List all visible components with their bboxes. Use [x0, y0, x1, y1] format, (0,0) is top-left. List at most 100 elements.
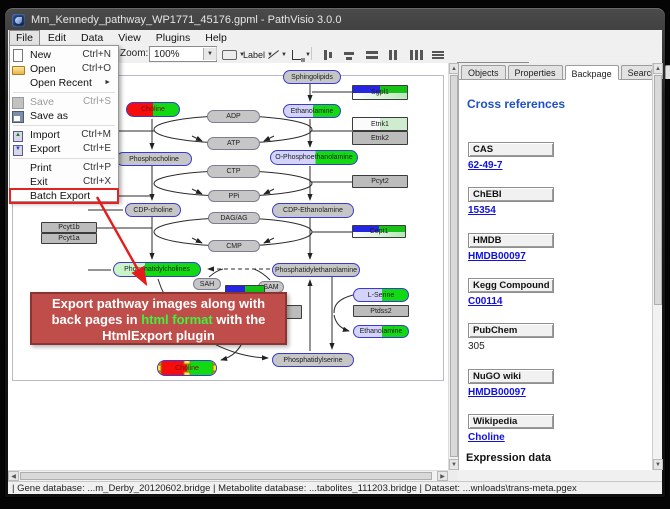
node-phosphatidylcholines[interactable]: Phosphatidylcholines: [113, 262, 201, 277]
chevron-down-icon[interactable]: ▼: [203, 48, 216, 60]
scroll-left-icon[interactable]: ◀: [8, 471, 19, 481]
menu-plugins[interactable]: Plugins: [149, 30, 197, 46]
selection-handle[interactable]: [184, 360, 191, 365]
menu-item-exit[interactable]: ExitCtrl+X: [10, 175, 118, 189]
file-menu: NewCtrl+NOpenCtrl+OOpen Recent► SaveCtrl+…: [9, 45, 119, 202]
node-phosphatidylserine[interactable]: Phosphatidylserine: [272, 353, 354, 367]
xref-value-cas[interactable]: 62-49-7: [468, 160, 502, 171]
distribute-vertical-button[interactable]: [428, 46, 448, 63]
node-label: Phosphatidylserine: [283, 357, 342, 364]
menu-help[interactable]: Help: [198, 30, 234, 46]
node-adp[interactable]: ADP: [207, 110, 260, 123]
scrollbar-thumb[interactable]: [20, 472, 432, 480]
node-l-serine[interactable]: L-Serine: [353, 288, 409, 302]
node-pcyt2[interactable]: Pcyt2: [352, 175, 408, 188]
menu-item-spacer: [10, 77, 26, 89]
menu-item-label: Export: [30, 142, 60, 156]
menu-view[interactable]: View: [111, 30, 148, 46]
tab-objects[interactable]: Objects: [461, 65, 506, 79]
node-ptdss2[interactable]: Ptdss2: [353, 305, 409, 317]
node-cmp[interactable]: CMP: [208, 240, 260, 252]
align-vertical-center-button[interactable]: [340, 46, 360, 63]
node-cept1[interactable]: Cept1: [352, 225, 406, 238]
zoom-value: 100%: [154, 49, 180, 60]
align-horizontal-center-button[interactable]: [318, 46, 338, 63]
menu-item-import[interactable]: ImportCtrl+M: [10, 128, 118, 142]
tool-line-tool-icon[interactable]: ▼: [264, 46, 290, 63]
tab-backpage[interactable]: Backpage: [565, 65, 619, 80]
scrollbar-thumb[interactable]: [654, 75, 662, 305]
menu-item-spacer: [10, 190, 26, 202]
menu-item-label: Batch Export: [30, 189, 90, 203]
node-pcyt1a[interactable]: Pcyt1a: [41, 233, 97, 244]
common-width-button[interactable]: [362, 46, 382, 63]
xref-value-nugo-wiki[interactable]: HMDB00097: [468, 387, 526, 398]
node-pcyt1b[interactable]: Pcyt1b: [41, 222, 97, 233]
menu-item-save[interactable]: SaveCtrl+S: [10, 95, 118, 109]
menu-item-label: New: [30, 48, 51, 62]
common-height-button[interactable]: [384, 46, 404, 63]
menu-item-print[interactable]: PrintCtrl+P: [10, 161, 118, 175]
node-sgpl1[interactable]: Sgpl1: [352, 85, 408, 100]
node-ethanolamine-top[interactable]: Ethanolamine: [283, 104, 341, 118]
canvas-vertical-scrollbar[interactable]: ▲ ▼: [448, 63, 458, 470]
scrollbar-thumb[interactable]: [450, 75, 458, 457]
zoom-combobox[interactable]: 100% ▼: [149, 46, 217, 62]
node-dag-ag[interactable]: DAG/AG: [208, 212, 260, 224]
xref-value-pubchem: 305: [468, 341, 485, 352]
node-choline-top[interactable]: Choline: [126, 102, 180, 117]
xref-value-wikipedia[interactable]: Choline: [468, 432, 505, 443]
node-label: Ethanolamine: [360, 328, 403, 335]
menubar: FileEditDataViewPluginsHelp: [8, 30, 662, 45]
node-ethanolamine-bottom[interactable]: Ethanolamine: [353, 325, 409, 338]
node-phosphatidylethanolamine[interactable]: Phosphatidylethanolamine: [272, 263, 360, 277]
tab-legend[interactable]: Legend: [665, 65, 670, 79]
node-sah[interactable]: SAH: [193, 278, 221, 290]
xref-value-hmdb[interactable]: HMDB00097: [468, 251, 526, 262]
node-ppi[interactable]: PPi: [208, 190, 260, 202]
canvas-horizontal-scrollbar[interactable]: ◀ ▶: [8, 470, 448, 481]
xref-value-kegg-compound[interactable]: C00114: [468, 296, 502, 307]
menu-item-batch-export[interactable]: Batch Export: [10, 189, 118, 203]
node-label: Sgpl1: [371, 89, 389, 96]
node-cdp-ethanolamine[interactable]: CDP-Ethanolamine: [272, 203, 354, 218]
node-label: DAG/AG: [220, 215, 247, 222]
node-atp[interactable]: ATP: [207, 137, 260, 150]
xref-value-chebi[interactable]: 15354: [468, 205, 496, 216]
node-label: Phosphatidylethanolamine: [275, 267, 357, 274]
node-o-phosphoethanolamine[interactable]: O-Phosphoethanolamine: [270, 150, 358, 165]
menu-item-open[interactable]: OpenCtrl+O: [10, 62, 118, 76]
node-etnk1[interactable]: Etnk1: [352, 117, 408, 131]
menu-item-export[interactable]: ExportCtrl+E: [10, 142, 118, 156]
titlebar[interactable]: Mm_Kennedy_pathway_WP1771_45176.gpml - P…: [12, 11, 652, 29]
tab-properties[interactable]: Properties: [508, 65, 563, 79]
node-choline-selected[interactable]: Choline: [157, 360, 217, 376]
menu-item-open-recent[interactable]: Open Recent►: [10, 76, 118, 90]
menu-item-label: Open: [30, 62, 56, 76]
menu-item-new[interactable]: NewCtrl+N: [10, 48, 118, 62]
scroll-down-icon[interactable]: ▼: [653, 459, 663, 470]
selection-handle[interactable]: [213, 365, 218, 372]
menu-edit[interactable]: Edit: [41, 30, 73, 46]
panel-scrollbar[interactable]: ▲ ▼: [652, 63, 662, 470]
chevron-down-icon[interactable]: ▼: [281, 52, 287, 58]
tool-connector-tool-icon[interactable]: ▼: [289, 46, 314, 63]
menu-file[interactable]: File: [9, 30, 40, 46]
node-cdp-choline[interactable]: CDP-choline: [125, 203, 181, 217]
node-label: Phosphatidylcholines: [124, 266, 190, 273]
node-sphingolipids[interactable]: Sphingolipids: [283, 70, 341, 84]
selection-handle[interactable]: [184, 372, 191, 377]
save-icon: [10, 96, 26, 108]
node-phosphocholine[interactable]: Phosphocholine: [116, 152, 192, 166]
menu-item-label: Save as: [30, 109, 68, 123]
chevron-down-icon[interactable]: ▼: [305, 52, 311, 58]
node-label: PPi: [229, 193, 240, 200]
scroll-right-icon[interactable]: ▶: [437, 471, 448, 481]
menu-item-save-as[interactable]: Save as: [10, 109, 118, 123]
node-etnk2[interactable]: Etnk2: [352, 131, 408, 145]
scroll-up-icon[interactable]: ▲: [653, 63, 663, 74]
distribute-horizontal-button[interactable]: [406, 46, 426, 63]
menu-data[interactable]: Data: [74, 30, 110, 46]
node-ctp[interactable]: CTP: [207, 165, 260, 178]
selection-handle[interactable]: [157, 365, 162, 372]
